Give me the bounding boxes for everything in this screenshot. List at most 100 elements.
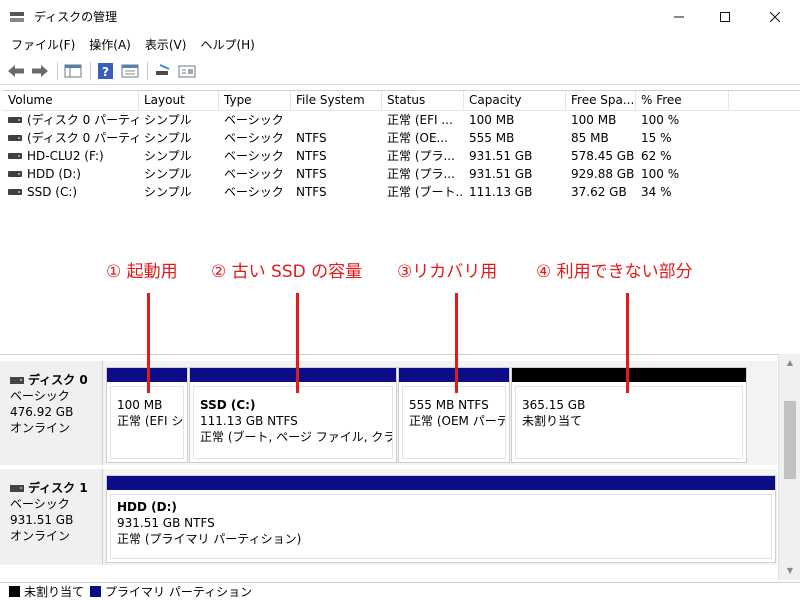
cell-type: ベーシック: [219, 129, 291, 147]
menu-help[interactable]: ヘルプ(H): [193, 36, 261, 53]
toolbar: ?: [0, 57, 800, 85]
cell-file-system: NTFS: [291, 165, 382, 183]
legend-swatch-unallocated: [9, 586, 20, 597]
cell-capacity: 100 MB: [464, 111, 566, 129]
column-header-volume[interactable]: Volume: [3, 91, 139, 111]
maximize-button[interactable]: [702, 0, 748, 33]
cell-volume: (ディスク 0 パーティシ...: [3, 129, 139, 147]
cell-text: 100 %: [641, 113, 680, 127]
cell-text: 34 %: [641, 185, 672, 199]
disk-map-scrollbar[interactable]: ▲ ▼: [778, 354, 800, 580]
cell-volume: HD-CLU2 (F:): [3, 147, 139, 165]
cell-status: 正常 (ブート...: [382, 183, 464, 201]
partition-body: 555 MB NTFS 正常 (OEM パーティ: [402, 386, 506, 459]
window-title: ディスクの管理: [34, 10, 118, 24]
partition-name: HDD (D:): [117, 500, 177, 514]
cell-free-space: 100 MB: [566, 111, 636, 129]
legend: 未割り当て プライマリ パーティション: [0, 582, 800, 600]
volume-row[interactable]: HDD (D:) シンプル ベーシック NTFS 正常 (プラ... 931.51 GB 9…: [3, 165, 800, 183]
cell-text: 正常 (プラ...: [387, 149, 455, 163]
partition-size: 111.13 GB NTFS: [200, 414, 298, 428]
cell-text: 正常 (プラ...: [387, 167, 455, 181]
forward-button[interactable]: [29, 60, 51, 82]
volume-list: Volume Layout Type File System Status Ca…: [3, 90, 800, 352]
volume-icon: [8, 189, 22, 195]
cell-status: 正常 (プラ...: [382, 147, 464, 165]
cell-free-space: 578.45 GB: [566, 147, 636, 165]
disk-1-info[interactable]: ディスク 1 ベーシック 931.51 GB オンライン: [0, 469, 103, 565]
svg-text:?: ?: [102, 65, 109, 79]
minimize-icon: [674, 16, 684, 17]
toolbar-separator: [57, 61, 58, 80]
cell-status: 正常 (OE...: [382, 129, 464, 147]
cell-type: ベーシック: [219, 183, 291, 201]
disk-0-status: オンライン: [10, 421, 71, 435]
scrollbar-thumb[interactable]: [784, 401, 796, 479]
cell-text: 111.13 GB: [469, 185, 533, 199]
cell-text: HDD (D:): [27, 167, 81, 181]
title-bar: ディスクの管理: [0, 0, 800, 33]
cell-volume: SSD (C:): [3, 183, 139, 201]
partition-size: 555 MB NTFS: [409, 398, 489, 412]
partition-status: 正常 (EFI シ: [117, 414, 184, 428]
legend-label: 未割り当て: [24, 585, 85, 599]
column-header-layout[interactable]: Layout: [139, 91, 219, 111]
disk-1-label: ディスク 1: [10, 480, 102, 496]
volume-row[interactable]: (ディスク 0 パーティシ... シンプル ベーシック NTFS 正常 (OE... 55…: [3, 129, 800, 147]
settings-button[interactable]: [176, 60, 198, 82]
column-header-free-space[interactable]: Free Spa...: [566, 91, 636, 111]
help-button[interactable]: ?: [95, 60, 117, 82]
partition-hdd-d[interactable]: HDD (D:) 931.51 GB NTFS 正常 (プライマリ パーティショ…: [106, 475, 776, 563]
cell-capacity: 931.51 GB: [464, 147, 566, 165]
annotation-old-ssd-capacity: ② 古い SSD の容量: [211, 262, 363, 282]
close-button[interactable]: [752, 0, 798, 33]
cell-text: ベーシック: [224, 185, 284, 199]
menu-action[interactable]: 操作(A): [82, 36, 138, 53]
disk-management-app-icon: [9, 10, 25, 24]
back-button[interactable]: [5, 60, 27, 82]
column-header-type[interactable]: Type: [219, 91, 291, 111]
scroll-up-icon[interactable]: ▲: [779, 354, 800, 372]
rescan-disks-button[interactable]: [152, 60, 174, 82]
cell-text: NTFS: [296, 167, 327, 181]
cell-file-system: NTFS: [291, 129, 382, 147]
partition-name: SSD (C:): [200, 398, 256, 412]
annotation-unusable-area: ④ 利用できない部分: [536, 262, 693, 282]
partition-oem-recovery[interactable]: 555 MB NTFS 正常 (OEM パーティ: [398, 367, 510, 463]
cell-text: (ディスク 0 パーティシ...: [27, 131, 139, 145]
column-header-file-system[interactable]: File System: [291, 91, 382, 111]
column-header-percent-free[interactable]: % Free: [636, 91, 729, 111]
scroll-down-icon[interactable]: ▼: [779, 562, 800, 580]
menu-file[interactable]: ファイル(F): [4, 36, 82, 53]
cell-text: シンプル: [144, 149, 192, 163]
console-tree-button[interactable]: [62, 60, 84, 82]
column-header-status[interactable]: Status: [382, 91, 464, 111]
cell-text: 15 %: [641, 131, 672, 145]
partition-bar: [190, 368, 396, 382]
cell-free-space: 929.88 GB: [566, 165, 636, 183]
partition-ssd-c[interactable]: SSD (C:) 111.13 GB NTFS 正常 (ブート, ページ ファイ…: [189, 367, 397, 463]
cell-text: (ディスク 0 パーティシ...: [27, 113, 139, 127]
menu-view[interactable]: 表示(V): [138, 36, 194, 53]
volume-row[interactable]: (ディスク 0 パーティシ... シンプル ベーシック 正常 (EFI ... 100 …: [3, 111, 800, 129]
cell-text: ベーシック: [224, 167, 284, 181]
volume-icon: [8, 171, 22, 177]
forward-arrow-icon: [32, 64, 48, 77]
minimize-button[interactable]: [656, 0, 702, 33]
cell-text: 555 MB: [469, 131, 515, 145]
partition-bar: [399, 368, 509, 382]
volume-row[interactable]: HD-CLU2 (F:) シンプル ベーシック NTFS 正常 (プラ... 931.51…: [3, 147, 800, 165]
cell-text: ベーシック: [224, 113, 284, 127]
column-header-capacity[interactable]: Capacity: [464, 91, 566, 111]
cell-free-space: 37.62 GB: [566, 183, 636, 201]
cell-percent-free: 100 %: [636, 165, 729, 183]
volume-row[interactable]: SSD (C:) シンプル ベーシック NTFS 正常 (ブート... 111.13 GB…: [3, 183, 800, 201]
cell-text: ベーシック: [224, 149, 284, 163]
disk-1-row: ディスク 1 ベーシック 931.51 GB オンライン HDD (D:) 93…: [0, 469, 777, 565]
disk-0-info[interactable]: ディスク 0 ベーシック 476.92 GB オンライン: [0, 361, 103, 465]
annotation-boot: ① 起動用: [106, 262, 178, 282]
properties-button[interactable]: [119, 60, 141, 82]
partition-unallocated[interactable]: 365.15 GB 未割り当て: [511, 367, 747, 463]
cell-percent-free: 34 %: [636, 183, 729, 201]
disk-0-type: ベーシック: [10, 389, 70, 403]
